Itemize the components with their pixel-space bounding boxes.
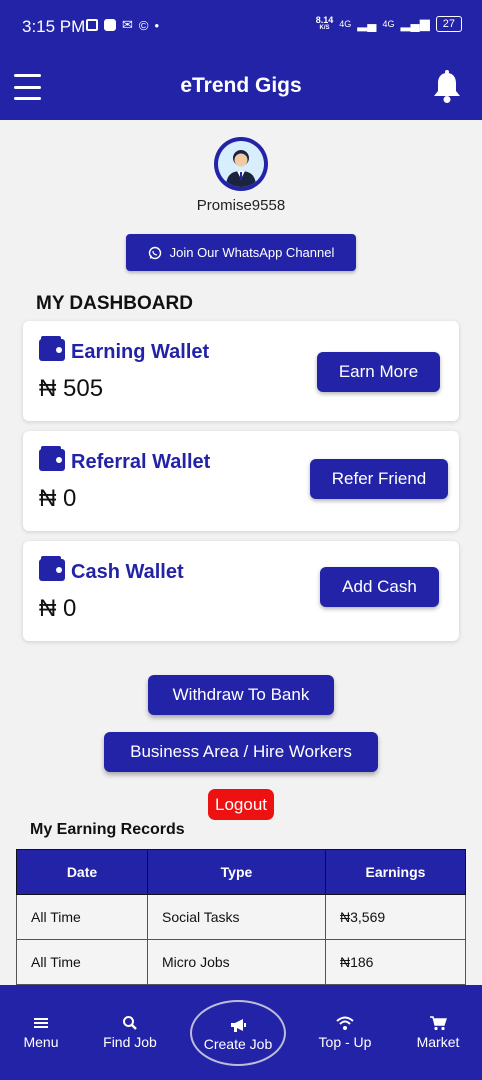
- wallet-icon: [39, 556, 65, 581]
- status-time: 3:15 PM: [22, 17, 86, 36]
- refer-friend-button[interactable]: Refer Friend: [310, 459, 448, 499]
- table-row: All Time Social Tasks ₦3,569: [16, 894, 466, 940]
- avatar[interactable]: [214, 137, 268, 191]
- cell-earnings: ₦3,569: [325, 894, 466, 940]
- business-area-button[interactable]: Business Area / Hire Workers: [104, 732, 378, 772]
- wallet-name: Earning Wallet: [71, 341, 210, 363]
- nav-create-job[interactable]: Create Job: [190, 1000, 286, 1066]
- nav-top-up-label: Top - Up: [318, 1034, 372, 1050]
- app-icon: [104, 19, 116, 31]
- wallet-amount: ₦ 505: [39, 375, 104, 402]
- dashboard-title: MY DASHBOARD: [36, 293, 193, 314]
- nav-create-job-label: Create Job: [203, 1036, 273, 1052]
- signal-4g-label: 4G: [339, 19, 352, 29]
- whatsapp-icon: [148, 246, 161, 259]
- battery-icon: 27: [435, 16, 462, 32]
- cell-date: All Time: [16, 939, 148, 985]
- table-row: All Time Micro Jobs ₦186: [16, 939, 466, 985]
- username: Promise9558: [196, 197, 286, 214]
- nav-menu-label: Menu: [23, 1034, 59, 1050]
- column-header-earnings: Earnings: [325, 849, 466, 895]
- network-speed: 8.14: [315, 15, 334, 25]
- status-right: 8.14 K/S 4G ▂▄ 4G ▂▄▆ 27: [316, 16, 462, 32]
- notification-icons: ✉ © •: [86, 17, 159, 33]
- withdraw-to-bank-button[interactable]: Withdraw To Bank: [148, 675, 334, 715]
- nav-market-label: Market: [416, 1034, 460, 1050]
- column-header-date: Date: [16, 849, 148, 895]
- earn-more-button[interactable]: Earn More: [317, 352, 440, 392]
- cart-icon: [430, 1016, 447, 1031]
- bell-icon[interactable]: [432, 70, 462, 104]
- more-notifications-icon: •: [154, 17, 160, 33]
- nav-menu[interactable]: Menu: [22, 1015, 60, 1050]
- cell-date: All Time: [16, 894, 148, 940]
- app-c-icon: ©: [138, 17, 149, 33]
- wallet-icon: [39, 336, 65, 361]
- nav-top-up[interactable]: Top - Up: [318, 1015, 372, 1050]
- whatsapp-channel-button[interactable]: Join Our WhatsApp Channel: [126, 234, 356, 271]
- gmail-icon: ✉: [122, 17, 133, 32]
- cash-wallet-card: Cash Wallet ₦ 0 Add Cash: [23, 541, 459, 641]
- logout-button[interactable]: Logout: [208, 789, 274, 820]
- nav-find-job-label: Find Job: [103, 1034, 157, 1050]
- network-speed-unit: K/S: [319, 25, 330, 31]
- nav-find-job[interactable]: Find Job: [102, 1015, 158, 1050]
- cell-earnings: ₦186: [325, 939, 466, 985]
- wifi-icon: [336, 1016, 354, 1030]
- cell-type: Micro Jobs: [147, 939, 326, 985]
- wallet-name: Referral Wallet: [71, 451, 211, 473]
- signal-4g-label-2: 4G: [382, 19, 395, 29]
- referral-wallet-card: Referral Wallet ₦ 0 Refer Friend: [23, 431, 459, 531]
- add-cash-button[interactable]: Add Cash: [320, 567, 439, 607]
- column-header-type: Type: [147, 849, 326, 895]
- table-header-row: Date Type Earnings: [16, 849, 466, 895]
- wallet-amount: ₦ 0: [39, 485, 77, 512]
- wallet-amount: ₦ 0: [39, 595, 77, 622]
- signal-icon-2: ▂▄▆: [400, 16, 430, 31]
- status-bar: 3:15 PM ✉ © • 8.14 K/S 4G ▂▄ 4G ▂▄▆ 27: [0, 0, 482, 54]
- user-avatar-icon: [226, 150, 256, 187]
- earning-records-title: My Earning Records: [30, 821, 185, 838]
- menu-bars-icon: [34, 1018, 48, 1028]
- search-icon: [123, 1016, 137, 1030]
- wallet-name: Cash Wallet: [71, 561, 184, 583]
- earning-wallet-card: Earning Wallet ₦ 505 Earn More: [23, 321, 459, 421]
- bottom-navigation: Menu Find Job Create Job Top - Up Market: [0, 985, 482, 1080]
- gallery-icon: [86, 19, 98, 31]
- earning-records-table: Date Type Earnings All Time Social Tasks…: [16, 849, 466, 985]
- app-bar: eTrend Gigs: [0, 54, 482, 120]
- wallet-icon: [39, 446, 65, 471]
- app-title: eTrend Gigs: [180, 74, 302, 97]
- signal-icon: ▂▄: [357, 16, 377, 31]
- nav-market[interactable]: Market: [414, 1015, 462, 1050]
- cell-type: Social Tasks: [147, 894, 326, 940]
- whatsapp-button-label: Join Our WhatsApp Channel: [169, 245, 335, 260]
- megaphone-icon: [231, 1019, 246, 1032]
